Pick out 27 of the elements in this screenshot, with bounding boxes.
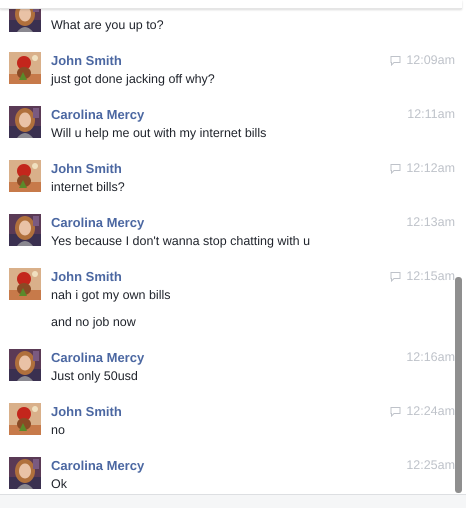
- sender-name[interactable]: Carolina Mercy: [51, 350, 144, 364]
- sender-name[interactable]: John Smith: [51, 160, 122, 176]
- sender-name[interactable]: Carolina Mercy: [51, 106, 144, 122]
- message-time: 12:25am: [406, 458, 455, 472]
- message-time: 12:16am: [406, 350, 455, 364]
- sender-name[interactable]: John Smith: [51, 52, 122, 68]
- message-text: What are you up to?: [51, 17, 165, 34]
- message-time: 12:12am: [406, 161, 455, 175]
- sender-name[interactable]: Carolina Mercy: [51, 458, 144, 472]
- message-text: just got done jacking off why?: [51, 71, 216, 88]
- message-text: nah i got my own bills: [51, 287, 172, 304]
- sender-name[interactable]: Carolina Mercy: [51, 214, 144, 230]
- message-text: Ok: [51, 476, 68, 493]
- message-time: 12:09am: [406, 53, 455, 67]
- message-time: 12:11am: [407, 107, 455, 121]
- message-text: internet bills?: [51, 179, 126, 196]
- sender-name[interactable]: John Smith: [51, 268, 122, 284]
- scrollbar-thumb[interactable]: [455, 277, 462, 493]
- message-text: and no job now: [51, 314, 137, 331]
- message-text: Will u help me out with my internet bills: [51, 125, 268, 142]
- message-text: Just only 50usd: [51, 368, 139, 385]
- message-time: 12:13am: [406, 215, 455, 229]
- message-time: 12:15am: [406, 269, 455, 283]
- message-text: no: [51, 422, 66, 439]
- sender-name[interactable]: John Smith: [51, 404, 122, 418]
- message-time: 12:24am: [406, 404, 455, 418]
- message-text: Yes because I don't wanna stop chatting with u: [51, 233, 312, 250]
